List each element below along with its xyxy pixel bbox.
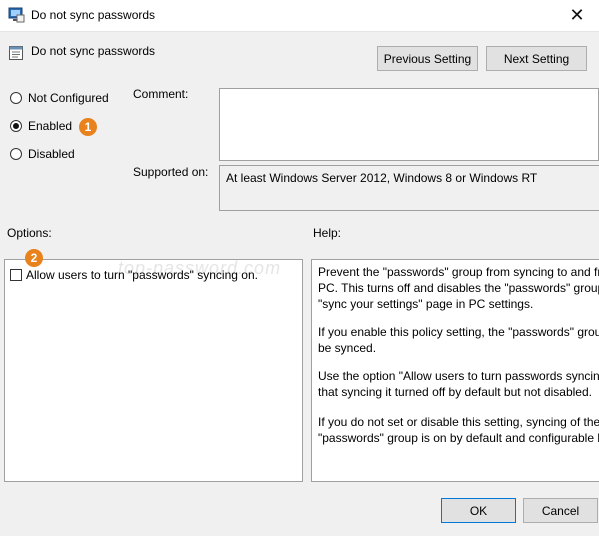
policy-name: Do not sync passwords (31, 44, 156, 58)
options-panel (4, 259, 303, 482)
help-line: Prevent the "passwords" group from synci… (318, 265, 599, 279)
cancel-button[interactable]: Cancel (523, 498, 598, 523)
help-line: "passwords" group is on by default and c… (318, 431, 599, 445)
allow-sync-checkbox[interactable] (10, 269, 22, 281)
help-panel: Prevent the "passwords" group from synci… (311, 259, 599, 482)
radio-label: Not Configured (28, 91, 109, 105)
next-setting-button[interactable]: Next Setting (486, 46, 587, 71)
radio-circle[interactable] (10, 148, 22, 160)
radio-circle[interactable] (10, 92, 22, 104)
previous-setting-button[interactable]: Previous Setting (377, 46, 478, 71)
allow-sync-checkbox-label: Allow users to turn "passwords" syncing … (26, 268, 258, 282)
ok-button[interactable]: OK (441, 498, 516, 523)
radio-enabled[interactable]: Enabled (10, 119, 72, 133)
help-paragraph-3: Use the option "Allow users to turn pass… (318, 368, 599, 400)
window-title: Do not sync passwords (31, 8, 156, 22)
radio-circle[interactable] (10, 120, 22, 132)
options-label: Options: (7, 226, 52, 240)
help-line: be synced. (318, 341, 377, 355)
close-icon[interactable]: ✕ (566, 4, 588, 26)
help-label: Help: (313, 226, 342, 240)
comment-field[interactable] (219, 88, 599, 161)
radio-label: Disabled (28, 147, 75, 161)
help-line: If you enable this policy setting, the "… (318, 325, 599, 339)
radio-selected-dot (13, 123, 19, 129)
radio-label: Enabled (28, 119, 73, 133)
help-line: Use the option "Allow users to turn pass… (318, 369, 599, 383)
help-line: that syncing it turned off by default bu… (318, 385, 592, 399)
step-badge-1: 1 (79, 118, 97, 136)
sync-passwords-option[interactable]: Allow users to turn "passwords" syncing … (10, 268, 258, 282)
step-badge-2: 2 (25, 249, 43, 267)
supported-on-value: At least Windows Server 2012, Windows 8 … (219, 165, 599, 211)
help-line: PC. This turns off and disables the "pas… (318, 281, 599, 295)
supported-on-label: Supported on: (133, 165, 209, 179)
radio-disabled[interactable]: Disabled (10, 147, 75, 161)
help-line: "sync your settings" page in PC settings… (318, 297, 534, 311)
comment-label: Comment: (133, 87, 189, 101)
help-line: If you do not set or disable this settin… (318, 415, 599, 429)
help-paragraph-2: If you enable this policy setting, the "… (318, 324, 599, 356)
radio-not-configured[interactable]: Not Configured (10, 91, 109, 105)
help-paragraph-4: If you do not set or disable this settin… (318, 414, 599, 446)
app-icon (8, 7, 25, 23)
help-paragraph-1: Prevent the "passwords" group from synci… (318, 264, 599, 312)
policy-icon (9, 46, 23, 60)
